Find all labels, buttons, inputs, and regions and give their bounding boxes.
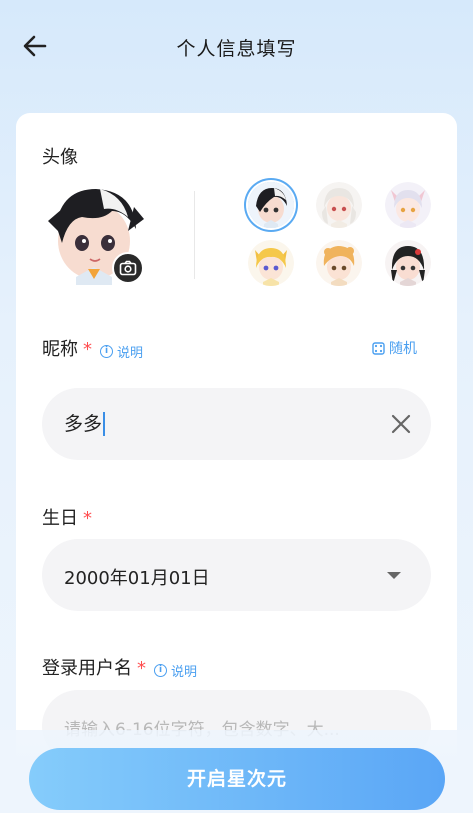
avatar-divider (194, 191, 195, 279)
profile-form-card: 头像 昵称 * i 说明 随机 多多 生日 * 2000年01月01日 登录用户… (16, 113, 457, 813)
page-title: 个人信息填写 (176, 38, 297, 60)
start-button[interactable]: 开启星次元 (29, 748, 445, 810)
required-mark: * (83, 508, 92, 529)
nickname-label: 昵称 (42, 339, 78, 360)
nickname-input[interactable]: 多多 (42, 388, 431, 460)
birthday-label-row: 生日 * (42, 504, 92, 530)
username-info-link[interactable]: i 说明 (154, 661, 197, 680)
random-label: 随机 (389, 341, 417, 357)
avatar-option-2[interactable] (316, 182, 362, 228)
birthday-value: 2000年01月01日 (64, 568, 210, 589)
dice-icon (372, 341, 385, 355)
avatar-option-1[interactable] (248, 182, 294, 228)
username-label: 登录用户名 (42, 658, 132, 679)
username-label-row: 登录用户名 * i 说明 (42, 654, 197, 680)
nickname-info-link[interactable]: i 说明 (100, 342, 143, 361)
info-icon: i (154, 664, 167, 677)
avatar-option-6[interactable] (385, 240, 431, 286)
close-icon (391, 414, 411, 434)
avatar-option-4[interactable] (248, 240, 294, 286)
avatar-option-5[interactable] (316, 240, 362, 286)
camera-icon (119, 260, 137, 276)
caret-down-icon (387, 572, 401, 579)
required-mark: * (137, 658, 146, 679)
birthday-select[interactable]: 2000年01月01日 (42, 539, 431, 611)
nickname-info-text: 说明 (117, 346, 144, 361)
header: 个人信息填写 (0, 0, 473, 92)
avatar-option-3[interactable] (385, 182, 431, 228)
username-info-text: 说明 (171, 665, 198, 680)
change-photo-button[interactable] (112, 252, 144, 284)
avatar-label: 头像 (42, 147, 78, 168)
random-nickname-button[interactable]: 随机 (372, 338, 417, 358)
birthday-label: 生日 (42, 508, 78, 529)
nickname-value: 多多 (64, 412, 106, 436)
required-mark: * (83, 339, 92, 360)
nickname-label-row: 昵称 * i 说明 (42, 335, 143, 361)
info-icon: i (100, 345, 113, 358)
clear-nickname-button[interactable] (389, 412, 413, 436)
